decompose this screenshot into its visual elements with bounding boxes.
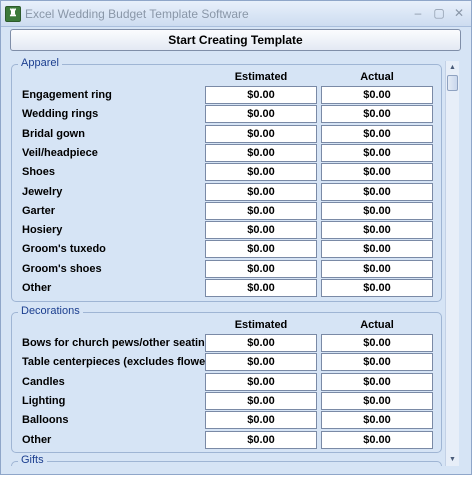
app-window: ♜ Excel Wedding Budget Template Software… bbox=[0, 0, 472, 475]
budget-scroll-area: Apparel Estimated Actual Engagement ring… bbox=[7, 56, 462, 466]
actual-input[interactable]: $0.00 bbox=[321, 430, 433, 449]
apparel-group: Apparel Estimated Actual Engagement ring… bbox=[11, 57, 442, 302]
minimize-button[interactable]: ‒ bbox=[410, 5, 426, 21]
estimated-input[interactable]: $0.00 bbox=[205, 201, 317, 220]
row-label: Other bbox=[22, 282, 52, 294]
actual-input[interactable]: $0.00 bbox=[321, 201, 433, 220]
actual-input[interactable]: $0.00 bbox=[321, 163, 433, 182]
actual-input[interactable]: $0.00 bbox=[321, 240, 433, 259]
actual-input[interactable]: $0.00 bbox=[321, 86, 433, 104]
row-label: Garter bbox=[22, 204, 56, 217]
actual-input[interactable]: $0.00 bbox=[321, 259, 433, 278]
estimated-input[interactable]: $0.00 bbox=[205, 372, 317, 391]
scroll-up-arrow-icon[interactable]: ▲ bbox=[446, 61, 459, 74]
estimated-input[interactable]: $0.00 bbox=[205, 221, 317, 240]
row-label: Wedding rings bbox=[22, 108, 99, 121]
row-label: Veil/headpiece bbox=[22, 146, 98, 159]
scroll-down-arrow-icon[interactable]: ▼ bbox=[446, 453, 459, 466]
row-label: Groom's tuxedo bbox=[22, 243, 106, 256]
estimated-input[interactable]: $0.00 bbox=[205, 334, 317, 352]
row-label: Hosiery bbox=[22, 224, 63, 237]
actual-input[interactable]: $0.00 bbox=[321, 372, 433, 391]
estimated-input[interactable]: $0.00 bbox=[205, 353, 317, 372]
apparel-group-label: Apparel bbox=[18, 57, 62, 69]
row-label: Table centerpieces (excludes flowers) bbox=[22, 356, 220, 369]
estimated-input[interactable]: $0.00 bbox=[205, 105, 317, 124]
row-label: Balloons bbox=[22, 414, 69, 427]
actual-input[interactable]: $0.00 bbox=[321, 182, 433, 201]
app-icon: ♜ bbox=[5, 6, 21, 22]
row-label: Engagement ring bbox=[22, 89, 112, 101]
decorations-group-label: Decorations bbox=[18, 305, 83, 317]
start-creating-template-button[interactable]: Start Creating Template bbox=[10, 29, 461, 51]
gifts-group: Gifts bbox=[11, 454, 442, 466]
actual-input[interactable]: $0.00 bbox=[321, 334, 433, 352]
actual-input[interactable]: $0.00 bbox=[321, 124, 433, 143]
estimated-input[interactable]: $0.00 bbox=[205, 86, 317, 104]
vertical-scrollbar[interactable]: ▲ ▼ bbox=[445, 61, 459, 466]
actual-input[interactable]: $0.00 bbox=[321, 105, 433, 124]
actual-input[interactable]: $0.00 bbox=[321, 279, 433, 297]
row-label: Other bbox=[22, 433, 52, 446]
row-label: Groom's shoes bbox=[22, 262, 102, 275]
estimated-input[interactable]: $0.00 bbox=[205, 430, 317, 449]
decorations-actual-header: Actual bbox=[360, 319, 394, 331]
estimated-input[interactable]: $0.00 bbox=[205, 143, 317, 162]
decorations-group: Decorations Estimated Actual Bows for ch… bbox=[11, 305, 442, 453]
window-title: Excel Wedding Budget Template Software bbox=[25, 7, 249, 21]
row-label: Bridal gown bbox=[22, 127, 85, 140]
estimated-input[interactable]: $0.00 bbox=[205, 240, 317, 259]
estimated-input[interactable]: $0.00 bbox=[205, 163, 317, 182]
estimated-input[interactable]: $0.00 bbox=[205, 182, 317, 201]
actual-input[interactable]: $0.00 bbox=[321, 411, 433, 430]
estimated-input[interactable]: $0.00 bbox=[205, 259, 317, 278]
actual-input[interactable]: $0.00 bbox=[321, 391, 433, 410]
close-button[interactable]: ✕ bbox=[451, 5, 467, 21]
row-label: Bows for church pews/other seating bbox=[22, 337, 212, 349]
row-label: Lighting bbox=[22, 394, 66, 407]
actual-input[interactable]: $0.00 bbox=[321, 353, 433, 372]
row-label: Shoes bbox=[22, 166, 56, 179]
maximize-button[interactable]: ▢ bbox=[431, 5, 447, 21]
estimated-input[interactable]: $0.00 bbox=[205, 124, 317, 143]
row-label: Candles bbox=[22, 375, 65, 388]
actual-input[interactable]: $0.00 bbox=[321, 221, 433, 240]
scrollbar-thumb[interactable] bbox=[447, 75, 458, 91]
estimated-input[interactable]: $0.00 bbox=[205, 391, 317, 410]
title-bar[interactable]: ♜ Excel Wedding Budget Template Software… bbox=[1, 1, 471, 27]
apparel-estimated-header: Estimated bbox=[234, 71, 288, 83]
row-label: Jewelry bbox=[22, 185, 63, 198]
apparel-actual-header: Actual bbox=[360, 71, 394, 83]
decorations-estimated-header: Estimated bbox=[234, 319, 288, 331]
gifts-group-label: Gifts bbox=[18, 454, 47, 466]
actual-input[interactable]: $0.00 bbox=[321, 143, 433, 162]
estimated-input[interactable]: $0.00 bbox=[205, 279, 317, 297]
estimated-input[interactable]: $0.00 bbox=[205, 411, 317, 430]
